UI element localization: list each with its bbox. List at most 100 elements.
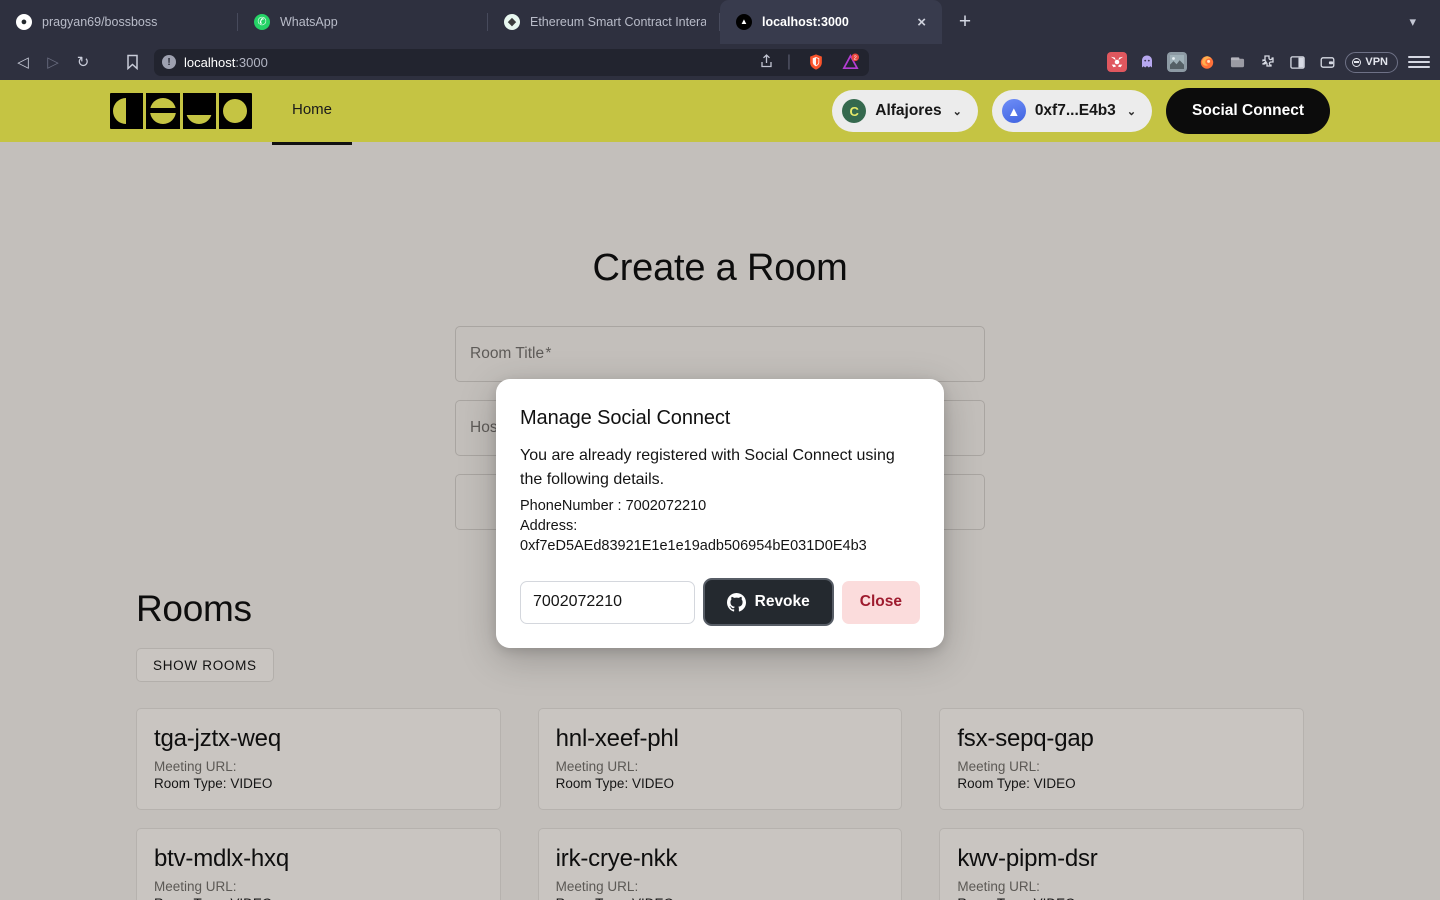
forward-button[interactable]: ▷ [38, 48, 68, 76]
celo-logo[interactable] [110, 93, 252, 129]
room-meeting-url: Meeting URL: [556, 759, 885, 774]
logo-letter-l [183, 93, 219, 129]
url-port: :3000 [235, 54, 268, 70]
close-button[interactable]: Close [841, 580, 920, 624]
browser-tab-ethereum[interactable]: ◆ Ethereum Smart Contract Interactio [488, 0, 720, 44]
ethereum-icon: ◆ [504, 14, 520, 30]
browser-menu-icon[interactable] [1408, 51, 1430, 73]
chevron-down-icon: ⌄ [952, 105, 962, 118]
header-actions: C Alfajores ⌄ ▲ 0xf7...E4b3 ⌄ Social Con… [832, 88, 1330, 134]
phone-number-input[interactable] [520, 580, 695, 624]
room-meeting-url: Meeting URL: [154, 879, 483, 894]
room-type: Room Type: VIDEO [957, 776, 1286, 791]
back-button[interactable]: ◁ [8, 48, 38, 76]
dialog-body: You are already registered with Social C… [520, 444, 920, 556]
wallet-selector[interactable]: ▲ 0xf7...E4b3 ⌄ [991, 90, 1153, 132]
tab-strip: ● pragyan69/bossboss ✆ WhatsApp ◆ Ethere… [0, 0, 1440, 44]
wallet-gray-icon[interactable] [1227, 52, 1247, 72]
extension-tray [1107, 52, 1339, 72]
room-card[interactable]: fsx-sepq-gap Meeting URL: Room Type: VID… [939, 708, 1304, 810]
browser-tab-whatsapp[interactable]: ✆ WhatsApp [238, 0, 488, 44]
logo-letter-e [146, 93, 183, 129]
room-card[interactable]: tga-jztx-weq Meeting URL: Room Type: VID… [136, 708, 501, 810]
room-grid: tga-jztx-weq Meeting URL: Room Type: VID… [136, 708, 1304, 900]
vercel-icon: ▲ [736, 14, 752, 30]
new-tab-button[interactable]: + [950, 7, 980, 37]
logo-letter-c [110, 93, 147, 129]
room-type-label: Room Type: [154, 776, 227, 791]
room-meeting-url: Meeting URL: [556, 879, 885, 894]
dialog-actions: Revoke Close [520, 578, 920, 626]
room-type-value: VIDEO [1034, 896, 1076, 900]
bookmark-icon[interactable] [118, 48, 146, 76]
room-card[interactable]: irk-crye-nkk Meeting URL: Room Type: VID… [537, 828, 903, 900]
puzzle-icon[interactable] [1257, 52, 1277, 72]
vpn-label: VPN [1365, 56, 1388, 68]
share-icon[interactable] [756, 53, 777, 71]
chevron-down-icon[interactable]: ▾ [1399, 14, 1426, 30]
address-label: Address: [520, 518, 578, 534]
metamask-icon[interactable] [1107, 52, 1128, 72]
browser-tab-localhost[interactable]: ▲ localhost:3000 × [720, 0, 942, 44]
avatar: ▲ [1001, 99, 1026, 123]
browser-toolbar: ◁ ▷ ↻ ! localhost:3000 | 2 VPN [0, 44, 1440, 80]
room-type: Room Type: VIDEO [556, 896, 885, 900]
show-rooms-button[interactable]: SHOW ROOMS [136, 648, 274, 682]
url-text: localhost:3000 [184, 55, 268, 70]
ghost-icon[interactable] [1137, 52, 1157, 72]
sidebar-icon[interactable] [1287, 52, 1307, 72]
revoke-button[interactable]: Revoke [702, 578, 834, 626]
notification-badge-icon[interactable]: 2 [839, 51, 861, 73]
whatsapp-icon: ✆ [254, 14, 270, 30]
room-type: Room Type: VIDEO [556, 776, 885, 791]
room-card[interactable]: btv-mdlx-hxq Meeting URL: Room Type: VID… [136, 828, 501, 900]
url-host: localhost [184, 54, 236, 70]
room-type: Room Type: VIDEO [957, 896, 1286, 900]
room-name: kwv-pipm-dsr [957, 845, 1098, 872]
phone-number-line: PhoneNumber : 7002072210 [520, 498, 707, 514]
logo-letter-o [219, 93, 252, 129]
social-connect-button[interactable]: Social Connect [1166, 88, 1330, 134]
room-type-label: Room Type: [154, 896, 227, 900]
room-type: Room Type: VIDEO [154, 776, 483, 791]
room-title-placeholder: Room Title [470, 345, 545, 362]
wallet-address-label: 0xf7...E4b3 [1034, 102, 1116, 119]
meeting-url-label: Meeting URL: [555, 759, 639, 774]
room-name: irk-crye-nkk [555, 845, 678, 872]
wallet-card-icon[interactable] [1317, 52, 1337, 72]
network-selector[interactable]: C Alfajores ⌄ [832, 90, 978, 132]
room-card[interactable]: hnl-xeef-phl Meeting URL: Room Type: VID… [537, 708, 903, 810]
nav-item-home[interactable]: Home [271, 101, 353, 145]
room-type: Room Type: VIDEO [154, 896, 483, 900]
dialog-title: Manage Social Connect [520, 407, 731, 429]
room-name: btv-mdlx-hxq [154, 845, 289, 872]
browser-tab-github[interactable]: ● pragyan69/bossboss [0, 0, 238, 44]
tab-strip-right: ▾ [1399, 0, 1434, 44]
room-type-label: Room Type: [957, 896, 1030, 900]
github-icon [726, 592, 746, 612]
address-bar[interactable]: ! localhost:3000 | 2 [154, 48, 869, 76]
site-info-icon[interactable]: ! [162, 55, 176, 69]
room-name: hnl-xeef-phl [555, 725, 679, 752]
room-meeting-url: Meeting URL: [957, 759, 1286, 774]
meeting-url-label: Meeting URL: [957, 879, 1040, 894]
close-icon[interactable]: × [915, 15, 928, 30]
keplr-icon[interactable] [1167, 52, 1188, 72]
firefox-icon[interactable] [1197, 52, 1217, 72]
room-meeting-url: Meeting URL: [957, 879, 1286, 894]
meeting-url-label: Meeting URL: [154, 879, 237, 894]
page-title: Create a Room [592, 247, 848, 289]
room-title-input[interactable]: Room Title * [455, 326, 985, 382]
dialog-description: You are already registered with Social C… [520, 447, 895, 488]
brave-shield-icon[interactable] [805, 51, 827, 73]
room-type-label: Room Type: [555, 776, 629, 791]
room-type-value: VIDEO [1033, 776, 1076, 791]
room-type-label: Room Type: [556, 896, 629, 900]
tab-title: pragyan69/bossboss [42, 15, 158, 29]
reload-button[interactable]: ↻ [68, 48, 98, 76]
address-value: 0xf7eD5AEd83921E1e1e19adb506954bE031D0E4… [520, 538, 867, 554]
room-name: tga-jztx-weq [154, 725, 281, 752]
room-card[interactable]: kwv-pipm-dsr Meeting URL: Room Type: VID… [939, 828, 1304, 900]
vpn-button[interactable]: VPN [1345, 51, 1398, 73]
meeting-url-label: Meeting URL: [154, 759, 237, 774]
